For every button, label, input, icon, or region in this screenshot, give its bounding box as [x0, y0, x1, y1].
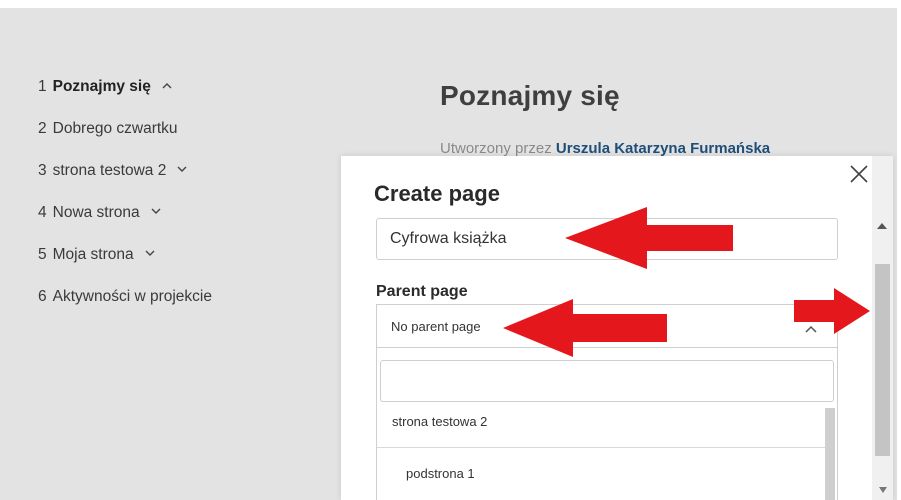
right-strip — [897, 0, 901, 500]
close-icon[interactable] — [846, 161, 872, 187]
sidebar-item-number: 3 — [38, 162, 47, 179]
scroll-up-arrow-icon[interactable] — [877, 216, 887, 234]
sidebar-item-poznajmy-sie[interactable]: 1 Poznajmy się — [38, 78, 212, 120]
parent-page-label: Parent page — [376, 283, 468, 300]
sidebar-item-nowa-strona[interactable]: 4 Nowa strona — [38, 204, 212, 246]
parent-page-selected-value: No parent page — [391, 319, 481, 334]
modal-scrollbar-thumb[interactable] — [875, 264, 890, 456]
author-link[interactable]: Urszula Katarzyna Furmańska — [556, 140, 770, 157]
chevron-down-icon[interactable] — [177, 162, 187, 173]
dropdown-option[interactable]: podstrona 1 — [377, 466, 825, 481]
modal-title: Create page — [374, 181, 500, 206]
sidebar-item-label: Nowa strona — [52, 204, 140, 221]
annotation-arrow-icon — [794, 288, 870, 334]
sidebar-item-label: Aktywności w projekcie — [52, 288, 212, 305]
sidebar-item-number: 4 — [38, 204, 47, 221]
annotation-arrow-icon — [503, 299, 667, 357]
created-by-line: Utworzony przez Urszula Katarzyna Furmań… — [440, 140, 770, 157]
sidebar-item-dobrego-czwartku[interactable]: 2 Dobrego czwartku — [38, 120, 212, 162]
created-by-prefix: Utworzony przez — [440, 140, 552, 157]
scroll-down-arrow-icon[interactable] — [879, 480, 887, 498]
sidebar-nav: 1 Poznajmy się 2 Dobrego czwartku 3 stro… — [38, 78, 212, 330]
sidebar-item-label: strona testowa 2 — [52, 162, 167, 179]
page-title: Poznajmy się — [440, 80, 620, 111]
sidebar-item-label: Moja strona — [52, 246, 134, 263]
sidebar-item-label: Dobrego czwartku — [52, 120, 178, 137]
sidebar-item-number: 6 — [38, 288, 47, 305]
sidebar-item-moja-strona[interactable]: 5 Moja strona — [38, 246, 212, 288]
sidebar-item-number: 5 — [38, 246, 47, 263]
sidebar-item-strona-testowa-2[interactable]: 3 strona testowa 2 — [38, 162, 212, 204]
sidebar-item-number: 2 — [38, 120, 47, 137]
dropdown-divider — [377, 447, 825, 448]
chevron-down-icon[interactable] — [145, 246, 155, 257]
dropdown-scrollbar[interactable] — [825, 408, 835, 500]
sidebar-item-label: Poznajmy się — [52, 78, 151, 95]
parent-page-dropdown: strona testowa 2 podstrona 1 — [376, 348, 838, 500]
top-strip — [0, 0, 901, 8]
dropdown-search-input[interactable] — [380, 360, 834, 402]
sidebar-item-aktywnosci[interactable]: 6 Aktywności w projekcie — [38, 288, 212, 330]
chevron-down-icon[interactable] — [151, 204, 161, 215]
dropdown-option[interactable]: strona testowa 2 — [377, 414, 825, 429]
annotation-arrow-icon — [565, 207, 733, 269]
chevron-up-icon[interactable] — [162, 78, 172, 89]
sidebar-item-number: 1 — [38, 78, 47, 95]
